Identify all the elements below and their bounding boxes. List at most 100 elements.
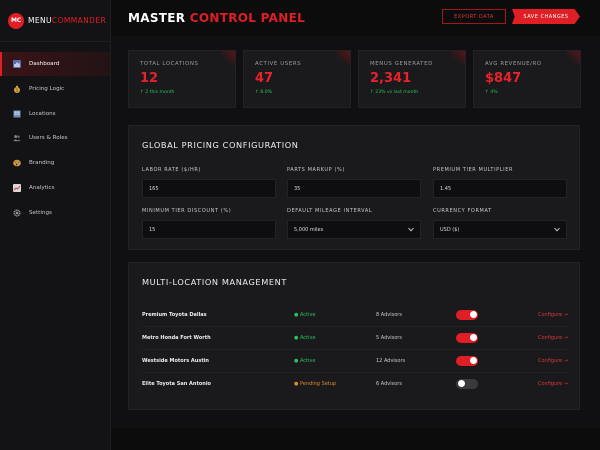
parts-markup-field-group: PARTS MARKUP (%) 35 [287, 167, 421, 198]
stat-label: ACTIVE USERS [255, 61, 302, 67]
location-name: Metro Honda Fort Worth [142, 334, 211, 341]
users-icon [13, 134, 21, 142]
main-content: TOTAL LOCATIONS 12 ↑ 2 this month ACTIVE… [111, 36, 600, 428]
bar-chart-icon [13, 60, 21, 68]
status-badge: ● Active [294, 311, 316, 318]
global-pricing-panel: GLOBAL PRICING CONFIGURATION LABOR RATE … [128, 125, 580, 250]
stat-card-menus-generated: MENUS GENERATED 2,341 ↑ 23% vs last mont… [358, 50, 466, 108]
palette-icon [13, 159, 21, 167]
stat-change: ↑ 23% vs last month [370, 90, 419, 95]
panel-title: GLOBAL PRICING CONFIGURATION [142, 140, 299, 150]
currency-format-select[interactable]: USD ($) [433, 220, 567, 239]
configure-link[interactable]: Configure → [538, 358, 568, 364]
field-label: MINIMUM TIER DISCOUNT (%) [142, 208, 232, 214]
sidebar-item-label: Pricing Logic [29, 85, 65, 92]
stat-label: MENUS GENERATED [370, 61, 433, 67]
configure-link[interactable]: Configure → [538, 381, 568, 387]
sidebar-nav: Dashboard $ Pricing Logic Locations User… [0, 52, 110, 225]
configure-link[interactable]: Configure → [538, 335, 568, 341]
table-row: Metro Honda Fort Worth ● Active 5 Adviso… [142, 326, 568, 349]
field-label: CURRENCY FORMAT [433, 208, 492, 214]
labor-rate-input[interactable]: 165 [142, 179, 276, 198]
stat-card-total-locations: TOTAL LOCATIONS 12 ↑ 2 this month [128, 50, 236, 108]
labor-rate-field-group: LABOR RATE ($/HR) 165 [142, 167, 276, 198]
field-label: DEFAULT MILEAGE INTERVAL [287, 208, 373, 214]
stat-label: AVG REVENUE/RO [485, 61, 542, 67]
toggle-knob [457, 380, 465, 387]
sidebar-item-pricing-logic[interactable]: $ Pricing Logic [0, 77, 110, 101]
table-row: Premium Toyota Dallas ● Active 8 Advisor… [142, 303, 568, 326]
toggle-knob [469, 357, 477, 364]
field-label: LABOR RATE ($/HR) [142, 167, 201, 173]
input-value: 15 [149, 226, 156, 233]
svg-text:$: $ [16, 87, 19, 92]
stat-card-active-users: ACTIVE USERS 47 ↑ 8.0% [243, 50, 351, 108]
panel-title: MULTI-LOCATION MANAGEMENT [142, 277, 287, 287]
building-icon [13, 110, 21, 118]
stat-value: 12 [140, 71, 159, 86]
status-badge: ● Active [294, 357, 316, 364]
location-name: Premium Toyota Dallas [142, 311, 207, 318]
page-title-part-2: CONTROL PANEL [189, 11, 306, 25]
save-changes-button[interactable]: SAVE CHANGES [512, 9, 580, 24]
sidebar-item-analytics[interactable]: Analytics [0, 176, 110, 200]
status-badge: ● Active [294, 334, 316, 341]
sidebar-item-dashboard[interactable]: Dashboard [0, 52, 110, 76]
minimum-discount-input[interactable]: 15 [142, 220, 276, 239]
stat-change: ↑ 2 this month [140, 90, 175, 95]
sidebar-item-users-roles[interactable]: Users & Roles [0, 126, 110, 150]
sidebar-item-label: Locations [29, 110, 56, 117]
select-value: USD ($) [440, 226, 460, 233]
location-toggle[interactable] [456, 355, 478, 366]
advisor-count: 12 Advisors [376, 357, 406, 364]
money-bag-icon: $ [13, 85, 21, 93]
logo-text: MENUCOMMANDER [28, 16, 106, 25]
sidebar-item-settings[interactable]: Settings [0, 201, 110, 225]
logo-word-commander: COMMANDER [51, 16, 107, 25]
sidebar: MC MENUCOMMANDER Dashboard $ Pricing Log… [0, 0, 111, 450]
chevron-down-icon [554, 227, 560, 234]
stats-row: TOTAL LOCATIONS 12 ↑ 2 this month ACTIVE… [128, 50, 581, 108]
select-value: 5,000 miles [294, 226, 324, 233]
location-name: Elite Toyota San Antonio [142, 380, 211, 387]
input-value: 1.45 [440, 185, 452, 192]
sidebar-item-locations[interactable]: Locations [0, 102, 110, 126]
stat-card-avg-revenue: AVG REVENUE/RO $847 ↑ 4% [473, 50, 581, 108]
status-badge: ● Pending Setup [294, 380, 337, 387]
currency-format-field-group: CURRENCY FORMAT USD ($) [433, 208, 567, 239]
advisor-count: 8 Advisors [376, 311, 402, 318]
sidebar-item-branding[interactable]: Branding [0, 151, 110, 175]
location-toggle[interactable] [456, 378, 478, 389]
logo[interactable]: MC MENUCOMMANDER [0, 0, 110, 42]
input-value: 35 [294, 185, 301, 192]
advisor-count: 6 Advisors [376, 380, 402, 387]
logo-badge: MC [8, 12, 24, 29]
sidebar-item-label: Branding [29, 160, 55, 167]
toggle-knob [469, 334, 477, 341]
chevron-down-icon [408, 227, 414, 234]
field-label: PARTS MARKUP (%) [287, 167, 345, 173]
sidebar-item-label: Settings [29, 209, 52, 216]
line-chart-icon [13, 183, 21, 192]
location-toggle[interactable] [456, 309, 478, 320]
premium-multiplier-field-group: PREMIUM TIER MULTIPLIER 1.45 [433, 167, 567, 198]
logo-word-menu: MENU [28, 16, 52, 25]
table-row: Elite Toyota San Antonio ● Pending Setup… [142, 372, 568, 395]
configure-link[interactable]: Configure → [538, 312, 568, 318]
location-toggle[interactable] [456, 332, 478, 343]
page-title-part-1: MASTER [128, 11, 186, 25]
export-data-button[interactable]: EXPORT DATA [442, 9, 506, 24]
stat-change: ↑ 4% [485, 90, 498, 95]
mileage-interval-field-group: DEFAULT MILEAGE INTERVAL 5,000 miles [287, 208, 421, 239]
mileage-interval-select[interactable]: 5,000 miles [287, 220, 421, 239]
minimum-discount-field-group: MINIMUM TIER DISCOUNT (%) 15 [142, 208, 276, 239]
input-value: 165 [149, 185, 159, 192]
premium-multiplier-input[interactable]: 1.45 [433, 179, 567, 198]
stat-value: $847 [485, 71, 522, 86]
multi-location-panel: MULTI-LOCATION MANAGEMENT Premium Toyota… [128, 262, 580, 410]
advisor-count: 5 Advisors [376, 334, 402, 341]
sidebar-item-label: Users & Roles [29, 135, 68, 142]
sidebar-item-label: Analytics [29, 184, 55, 191]
parts-markup-input[interactable]: 35 [287, 179, 421, 198]
field-label: PREMIUM TIER MULTIPLIER [433, 167, 514, 173]
